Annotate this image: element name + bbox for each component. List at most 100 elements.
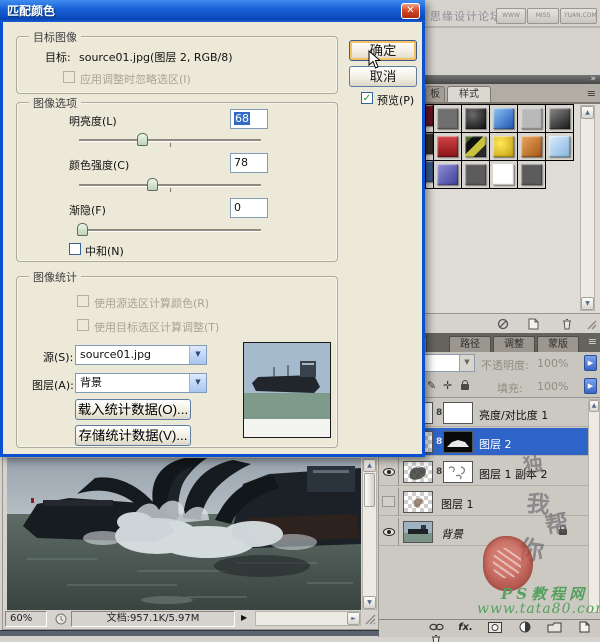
luminance-slider[interactable] <box>79 139 261 141</box>
slider-thumb[interactable] <box>147 178 158 191</box>
fade-slider[interactable] <box>79 229 261 231</box>
style-swatch[interactable] <box>461 132 490 161</box>
document-canvas[interactable] <box>7 458 361 610</box>
tab-masks[interactable]: 蒙版 <box>537 336 579 352</box>
opacity-slider-arrow[interactable]: ▶ <box>584 355 597 371</box>
style-swatch[interactable] <box>489 160 518 189</box>
style-swatch[interactable] <box>517 160 546 189</box>
scroll-down-icon[interactable]: ▼ <box>581 297 594 310</box>
layer-thumbnail[interactable] <box>403 521 433 543</box>
link-layers-icon[interactable] <box>429 622 444 632</box>
layers-panel-menu-icon[interactable]: ≡ <box>588 335 597 349</box>
scrollbar-thumb[interactable] <box>364 473 375 507</box>
dropdown-arrow-icon[interactable]: ▼ <box>189 374 206 392</box>
new-style-icon[interactable] <box>527 318 539 330</box>
layer-thumbnail[interactable] <box>403 461 433 483</box>
resize-grip-icon[interactable] <box>587 320 597 330</box>
new-group-icon[interactable] <box>547 622 562 633</box>
layer-select[interactable]: 背景 ▼ <box>75 373 207 393</box>
url-watermark: www.tata80.com <box>477 601 600 617</box>
slider-thumb[interactable] <box>77 223 88 236</box>
source-select[interactable]: source01.jpg ▼ <box>75 345 207 365</box>
doc-horizontal-scrollbar[interactable]: ► <box>255 611 361 626</box>
intensity-slider[interactable] <box>79 184 261 186</box>
scroll-up-icon[interactable]: ▲ <box>363 459 376 472</box>
style-swatch[interactable] <box>489 104 518 133</box>
window-button-3[interactable]: YUAN.COM <box>560 8 597 24</box>
slider-thumb[interactable] <box>137 133 148 146</box>
opacity-value[interactable]: 100% <box>537 357 568 370</box>
scroll-down-icon[interactable]: ▼ <box>363 596 376 609</box>
intensity-input[interactable]: 78 <box>230 153 268 173</box>
mask-link-icon: 8 <box>436 437 442 447</box>
preview-checkbox[interactable]: ✓ <box>361 92 373 104</box>
styles-scrollbar[interactable]: ▲ ▼ <box>580 105 595 311</box>
fade-input[interactable]: 0 <box>230 198 268 218</box>
style-swatch[interactable] <box>545 104 574 133</box>
delete-layer-icon[interactable] <box>430 634 442 642</box>
lock-move-icon[interactable]: ✛ <box>443 379 452 392</box>
window-button-1[interactable]: WWW <box>496 8 526 24</box>
tab-paths[interactable]: 路径 <box>449 336 491 352</box>
layer-thumbnail[interactable] <box>403 491 433 513</box>
style-swatch[interactable] <box>545 132 574 161</box>
layer-row-copy2[interactable]: 8 图层 1 副本 2 <box>379 458 589 486</box>
use-target-selection-checkbox <box>77 319 89 331</box>
palette-collapse-bar[interactable]: » <box>425 75 600 84</box>
layer-style-icon[interactable]: fx. <box>453 622 479 633</box>
luminance-input[interactable]: 68 <box>230 109 268 129</box>
mask-thumbnail[interactable] <box>443 402 473 424</box>
visibility-toggle-off[interactable] <box>379 488 399 516</box>
scroll-up-icon[interactable]: ▲ <box>589 400 599 412</box>
mask-thumbnail[interactable] <box>443 431 473 453</box>
style-swatch[interactable] <box>461 104 490 133</box>
visibility-toggle[interactable] <box>379 458 399 486</box>
dropdown-arrow-icon[interactable]: ▼ <box>459 355 474 371</box>
mask-thumbnail[interactable] <box>443 461 473 483</box>
style-swatch[interactable] <box>433 104 462 133</box>
doc-size-field[interactable]: 文档:957.1K/5.97M <box>71 611 235 627</box>
close-icon[interactable]: ✕ <box>401 3 420 19</box>
status-expand-icon[interactable]: ▶ <box>241 613 247 622</box>
scroll-right-icon[interactable]: ► <box>347 612 360 625</box>
style-swatch[interactable] <box>517 132 546 161</box>
mouse-cursor <box>368 50 381 70</box>
resize-grip-icon[interactable] <box>365 614 376 625</box>
layer-name[interactable]: 图层 1 <box>441 496 474 512</box>
styles-panel-menu-icon[interactable]: ≡ <box>587 87 596 101</box>
scroll-up-icon[interactable]: ▲ <box>581 106 594 119</box>
ok-button[interactable]: 确定 <box>349 40 417 61</box>
tab-styles[interactable]: 样式 <box>447 86 491 102</box>
styles-footer <box>425 313 600 333</box>
doc-vertical-scrollbar[interactable]: ▲ ▼ <box>362 458 377 610</box>
lock-brush-icon[interactable]: ✎ <box>427 379 436 392</box>
delete-style-icon[interactable] <box>561 318 573 330</box>
fill-slider-arrow[interactable]: ▶ <box>584 378 597 394</box>
tab-swatches-partial[interactable]: 板 <box>425 86 445 102</box>
visibility-toggle[interactable] <box>379 518 399 546</box>
dropdown-arrow-icon[interactable]: ▼ <box>189 346 206 364</box>
new-layer-icon[interactable] <box>578 621 590 633</box>
style-swatch[interactable] <box>517 104 546 133</box>
layer-name[interactable]: 背景 <box>441 526 463 542</box>
zoom-level-field[interactable]: 60% <box>5 611 47 627</box>
window-button-2[interactable]: MISS <box>527 8 559 24</box>
save-statistics-button[interactable]: 存储统计数据(V)... <box>75 425 191 446</box>
fill-value[interactable]: 100% <box>537 380 568 393</box>
neutralize-checkbox[interactable] <box>69 243 81 255</box>
style-swatch[interactable] <box>489 132 518 161</box>
layers-scrollbar[interactable]: ▲ <box>588 399 600 613</box>
style-swatch[interactable] <box>433 160 462 189</box>
style-swatch[interactable] <box>433 132 462 161</box>
cancel-button[interactable]: 取消 <box>349 66 417 87</box>
layer-name[interactable]: 图层 2 <box>479 436 512 452</box>
add-mask-icon[interactable] <box>488 622 502 633</box>
layer-name[interactable]: 亮度/对比度 1 <box>479 407 548 423</box>
clear-style-icon[interactable] <box>497 318 509 330</box>
load-statistics-button[interactable]: 载入统计数据(O)... <box>75 399 191 420</box>
dialog-titlebar[interactable]: 匹配颜色 <box>0 0 425 22</box>
new-adjustment-icon[interactable] <box>519 621 531 633</box>
style-swatch[interactable] <box>461 160 490 189</box>
lock-all-icon[interactable] <box>461 384 469 390</box>
tab-adjustments[interactable]: 调整 <box>493 336 535 352</box>
